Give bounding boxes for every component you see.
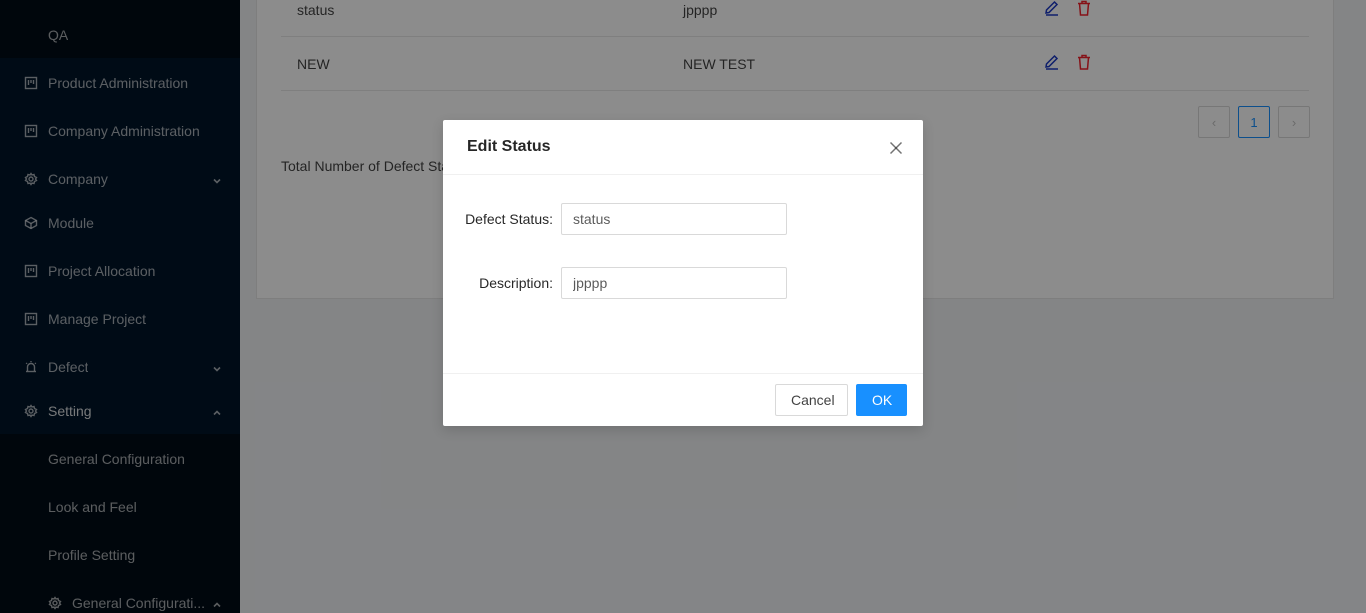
close-icon[interactable] — [885, 137, 907, 159]
modal-header: Edit Status — [443, 120, 923, 175]
defect-status-input[interactable] — [561, 203, 787, 235]
modal-footer: Cancel OK — [443, 373, 923, 426]
ok-button[interactable]: OK — [856, 384, 907, 416]
description-input[interactable] — [561, 267, 787, 299]
defect-status-label: Defect Status: — [465, 211, 553, 227]
description-label: Description: — [479, 275, 553, 291]
description-row: Description: — [443, 267, 923, 299]
edit-status-modal: Edit Status Defect Status: Description: … — [443, 120, 923, 426]
cancel-button[interactable]: Cancel — [775, 384, 848, 416]
modal-title: Edit Status — [467, 138, 551, 155]
defect-status-row: Defect Status: — [443, 203, 923, 235]
